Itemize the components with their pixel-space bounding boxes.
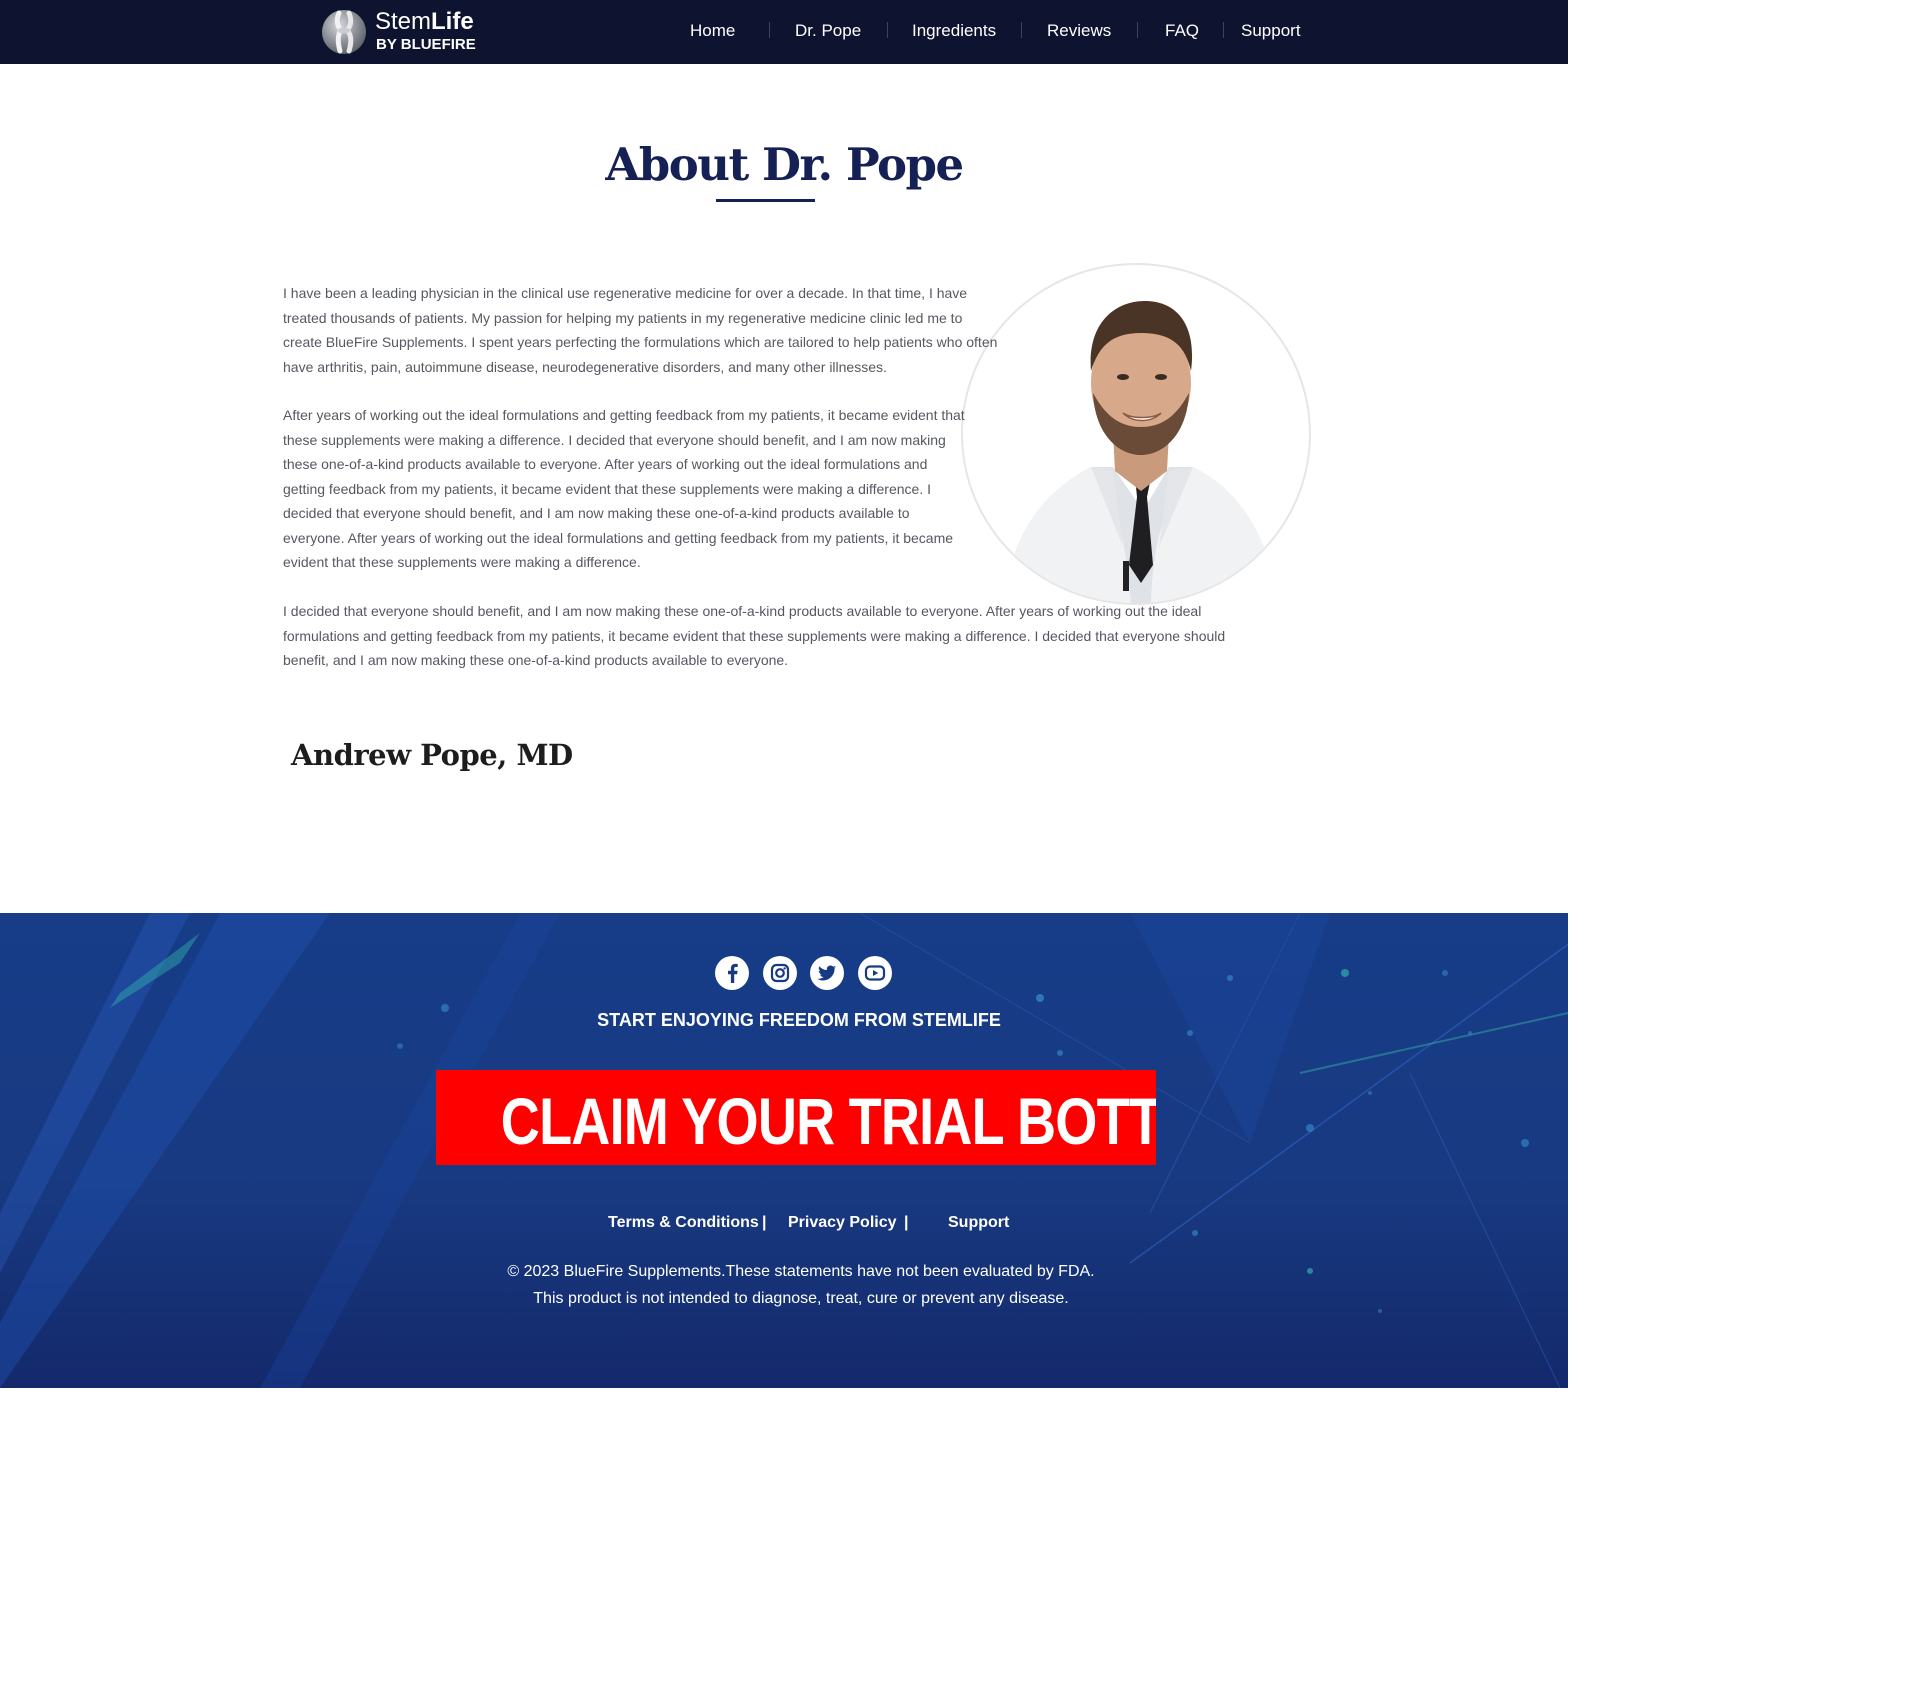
bio-paragraph: I have been a leading physician in the c… — [283, 285, 998, 375]
bio-paragraph: After years of working out the ideal for… — [283, 407, 965, 570]
nav-ingredients[interactable]: Ingredients — [912, 20, 996, 42]
nav-divider — [887, 22, 888, 38]
logo-wordmark: StemLife — [375, 8, 474, 35]
nav-home[interactable]: Home — [690, 20, 735, 42]
privacy-policy-link[interactable]: Privacy Policy — [788, 1212, 897, 1234]
nav-dr-pope[interactable]: Dr. Pope — [795, 20, 861, 42]
instagram-icon[interactable] — [763, 956, 797, 990]
copyright-text: © 2023 BlueFire Supplements.These statem… — [507, 1263, 1095, 1280]
page-title: About Dr. Pope — [605, 138, 964, 191]
nav-divider — [1137, 22, 1138, 38]
doctor-signature-name: Andrew Pope, MD — [291, 738, 573, 772]
footer-link-separator: | — [762, 1214, 767, 1231]
title-underline — [716, 199, 815, 202]
cta-label: CLAIM YOUR TRIAL BOTTLE — [500, 1084, 1156, 1158]
logo-subtitle: BY BLUEFIRE — [376, 36, 476, 53]
nav-divider — [1021, 22, 1022, 38]
footer: START ENJOYING FREEDOM FROM STEMLIFE CLA… — [0, 913, 1568, 1388]
footer-tagline: START ENJOYING FREEDOM FROM STEMLIFE — [597, 1010, 1001, 1030]
nav-reviews[interactable]: Reviews — [1047, 20, 1111, 42]
terms-conditions-link[interactable]: Terms & Conditions — [608, 1212, 759, 1234]
footer-support-link[interactable]: Support — [948, 1212, 1009, 1234]
dr-pope-portrait — [961, 263, 1311, 605]
youtube-icon[interactable] — [858, 956, 892, 990]
footer-link-separator: | — [904, 1214, 909, 1231]
knee-joint-logo-icon — [322, 10, 366, 54]
nav-faq[interactable]: FAQ — [1165, 20, 1199, 42]
twitter-icon[interactable] — [810, 956, 844, 990]
claim-trial-bottle-button[interactable]: CLAIM YOUR TRIAL BOTTLE — [436, 1070, 1156, 1165]
fda-disclaimer-text: This product is not intended to diagnose… — [533, 1290, 1069, 1307]
nav-support[interactable]: Support — [1241, 20, 1301, 42]
facebook-icon[interactable] — [715, 956, 749, 990]
bio-paragraph: I decided that everyone should benefit, … — [283, 603, 1226, 668]
nav-divider — [1223, 22, 1224, 38]
nav-divider — [769, 22, 770, 38]
top-navbar: StemLife BY BLUEFIRE Home Dr. Pope Ingre… — [0, 0, 1568, 64]
